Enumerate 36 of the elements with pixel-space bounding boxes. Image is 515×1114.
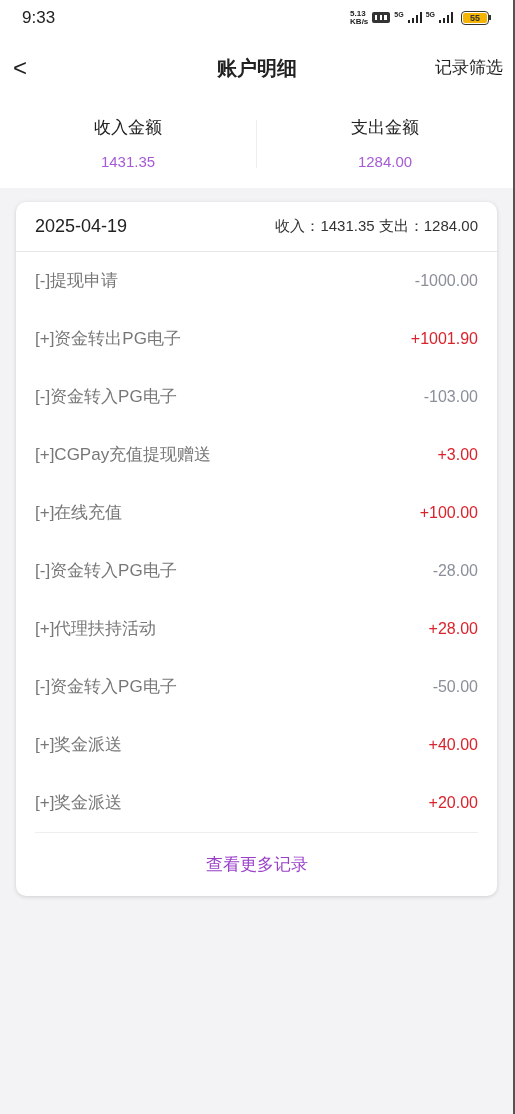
record-name: [+]CGPay充值提现赠送 xyxy=(35,444,212,467)
summary-amount: 1431.35 xyxy=(100,151,156,172)
hd-icon xyxy=(372,12,391,23)
record-name: [-]资金转入PG电子 xyxy=(35,676,177,699)
record-name: [-]提现申请 xyxy=(35,270,119,293)
record-name: [+]资金转出PG电子 xyxy=(35,328,181,351)
record-amount: -103.00 xyxy=(423,387,478,407)
summary-label: 支出金额 xyxy=(351,117,419,139)
signal-icon xyxy=(439,12,453,23)
record-amount: +20.00 xyxy=(428,793,478,813)
record-amount: -50.00 xyxy=(432,677,478,697)
record-amount: +1001.90 xyxy=(410,329,478,349)
view-more-link[interactable]: 查看更多记录 xyxy=(205,851,308,878)
record-amount: -28.00 xyxy=(432,561,478,581)
summary-amount: 1284.00 xyxy=(357,151,413,172)
record-name: [+]在线充值 xyxy=(35,502,123,525)
record-amount: +40.00 xyxy=(428,735,478,755)
record-name: [-]资金转入PG电子 xyxy=(35,386,177,409)
network-speed: 5.13 KB/s xyxy=(350,9,369,26)
page-title: 账户明细 xyxy=(216,55,297,81)
record-amount: -1000.00 xyxy=(414,271,478,291)
signal-icon xyxy=(407,12,422,23)
battery-icon: 55 xyxy=(461,10,491,25)
record-amount: +28.00 xyxy=(428,619,478,639)
record-amount: +3.00 xyxy=(437,445,478,465)
record-name: [+]奖金派送 xyxy=(35,792,123,815)
back-button[interactable]: < xyxy=(10,49,30,86)
record-date: 2025-04-19 xyxy=(35,215,128,238)
day-totals: 收入：1431.35 支出：1284.00 xyxy=(275,216,478,237)
summary-label: 收入金额 xyxy=(94,117,162,139)
record-name: [+]代理扶持活动 xyxy=(35,618,157,641)
filter-button[interactable]: 记录筛选 xyxy=(435,54,503,81)
record-name: [+]奖金派送 xyxy=(35,734,123,757)
record-amount: +100.00 xyxy=(419,503,478,523)
status-time: 9:33 xyxy=(22,6,56,29)
record-name: [-]资金转入PG电子 xyxy=(35,560,177,583)
